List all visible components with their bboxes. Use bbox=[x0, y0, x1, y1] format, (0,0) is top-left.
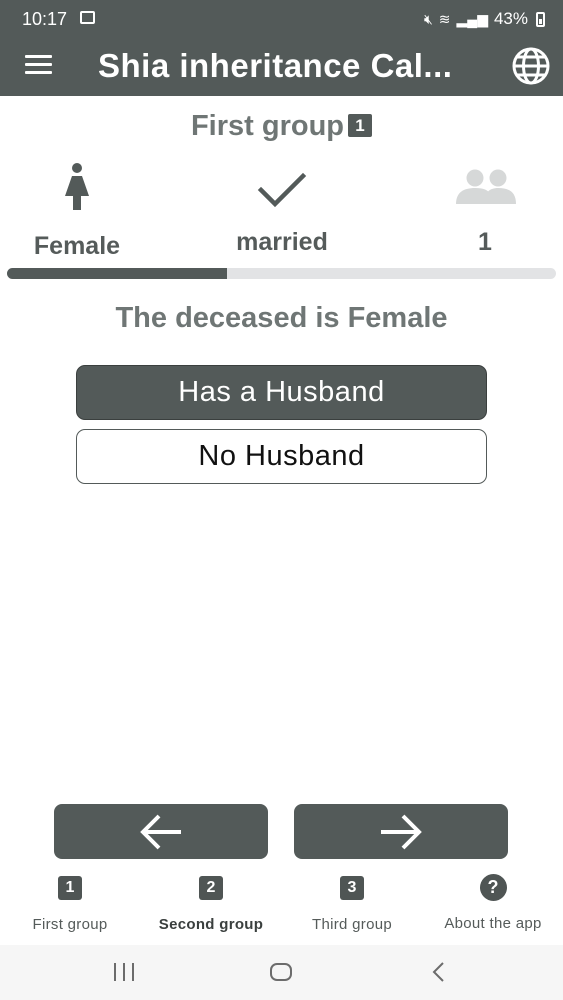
back-nav-icon[interactable] bbox=[429, 959, 449, 985]
group-number-badge: 1 bbox=[348, 114, 373, 137]
group-title-text: First group bbox=[190, 110, 345, 142]
tab-1-icon: 1 bbox=[58, 876, 82, 900]
wifi-icon: ≋ bbox=[438, 10, 451, 27]
step-count-label: 1 bbox=[478, 228, 492, 256]
step-gender-label: Female bbox=[33, 232, 121, 260]
back-button[interactable] bbox=[54, 804, 268, 859]
has-husband-button[interactable]: Has a Husband bbox=[76, 365, 487, 420]
menu-icon[interactable] bbox=[25, 55, 52, 75]
step-marital-label: married bbox=[236, 228, 328, 256]
home-icon[interactable] bbox=[269, 959, 293, 985]
battery-icon bbox=[536, 11, 545, 27]
tab-label: Third group bbox=[311, 916, 392, 933]
tab-label: Second group bbox=[158, 916, 264, 933]
group-title: First group 1 bbox=[0, 110, 563, 143]
gallery-icon bbox=[80, 11, 95, 24]
check-icon bbox=[257, 172, 307, 208]
mute-icon: 🔇︎ bbox=[423, 10, 433, 27]
progress-fill bbox=[7, 268, 227, 279]
recent-apps-icon[interactable] bbox=[112, 959, 136, 985]
arrow-left-icon bbox=[140, 814, 181, 849]
no-husband-button[interactable]: No Husband bbox=[76, 429, 487, 484]
status-bar: 10:17 🔇︎ ≋ ▂▄▆ 43% bbox=[0, 0, 563, 36]
arrow-right-icon bbox=[381, 814, 422, 849]
signal-icon: ▂▄▆ bbox=[456, 10, 488, 27]
app-bar: Shia inheritance Cal... bbox=[0, 36, 563, 96]
help-icon: ? bbox=[479, 874, 507, 901]
people-icon bbox=[456, 169, 516, 204]
status-indicators: 🔇︎ ≋ ▂▄▆ 43% bbox=[424, 9, 545, 29]
tab-3-icon: 3 bbox=[340, 876, 364, 900]
battery-percent: 43% bbox=[493, 9, 528, 28]
female-icon bbox=[65, 163, 89, 210]
tab-about-app[interactable]: ? About the app bbox=[423, 874, 563, 932]
question-text: The deceased is Female bbox=[115, 302, 448, 334]
tab-third-group[interactable]: 3 Third group bbox=[282, 876, 422, 933]
globe-icon[interactable] bbox=[511, 46, 551, 86]
app-title: Shia inheritance Cal... bbox=[98, 47, 453, 84]
progress-bar bbox=[7, 268, 556, 279]
status-time: 10:17 bbox=[22, 9, 68, 29]
tab-2-icon: 2 bbox=[199, 876, 223, 900]
tab-label: About the app bbox=[444, 915, 542, 932]
next-button[interactable] bbox=[294, 804, 508, 859]
tab-label: First group bbox=[32, 916, 108, 933]
system-navigation-bar bbox=[0, 945, 563, 1000]
tab-second-group[interactable]: 2 Second group bbox=[141, 876, 281, 933]
tab-first-group[interactable]: 1 First group bbox=[0, 876, 140, 933]
